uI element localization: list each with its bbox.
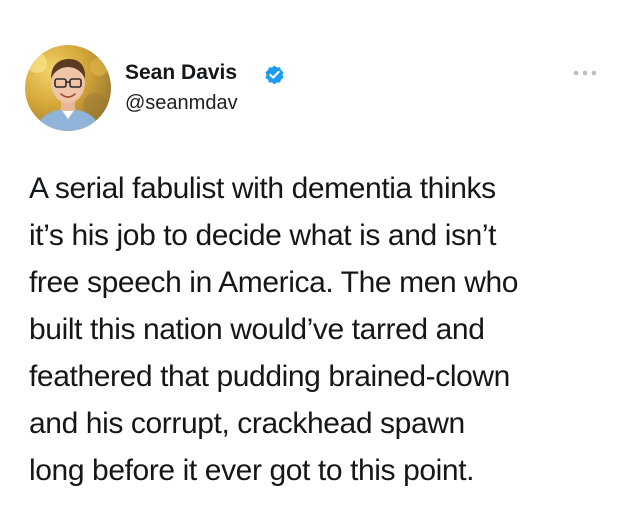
verified-badge-icon: [263, 63, 286, 86]
more-options-icon: [573, 70, 597, 76]
tweet-card: Sean Davis @seanmdav A serial fabulist w…: [0, 0, 624, 528]
profile-photo-icon: [25, 45, 111, 131]
author-avatar[interactable]: [25, 45, 111, 131]
tweet-text-line: it’s his job to decide what is and isn’t: [29, 219, 497, 252]
author-name[interactable]: Sean Davis: [125, 60, 237, 86]
more-options-button[interactable]: [572, 66, 598, 80]
tweet-text: A serial fabulist with dementia thinks i…: [29, 165, 609, 494]
tweet-text-line: free speech in America. The men who: [29, 266, 519, 299]
tweet-text-line: and his corrupt, crackhead spawn: [29, 407, 465, 440]
tweet-text-line: feathered that pudding brained-clown: [29, 360, 510, 393]
tweet-text-line: A serial fabulist with dementia thinks: [29, 172, 496, 205]
tweet-text-line: built this nation would’ve tarred and: [29, 313, 485, 346]
tweet-text-line: long before it ever got to this point.: [29, 454, 475, 487]
author-handle[interactable]: @seanmdav: [125, 91, 238, 116]
